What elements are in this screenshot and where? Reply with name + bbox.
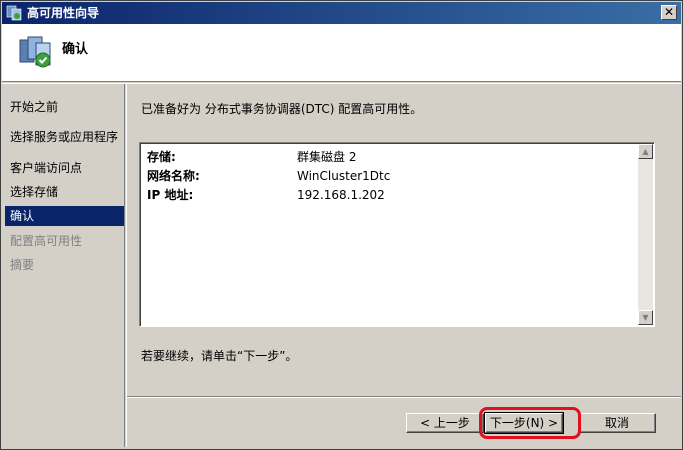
page-title: 确认 [62,42,89,57]
next-button-highlight-ring [479,407,581,439]
detail-value: WinCluster1Dtc [297,169,391,183]
continue-instruction: 若要继续，请单击“下一步”。 [141,349,298,363]
sidebar-item-configure-ha: 配置高可用性 [10,234,83,248]
page-header: 确认 [2,24,681,82]
detail-key: 网络名称: [147,169,200,183]
vertical-scrollbar[interactable]: ▲ ▼ [638,144,653,325]
footer-divider-highlight [127,397,681,398]
sidebar-item-before-you-begin[interactable]: 开始之前 [5,97,124,117]
arrow-down-icon: ▼ [642,313,649,322]
wizard-steps-sidebar: 开始之前 选择服务或应用程序 客户端访问点 选择存储 确认 配置高可用性 摘要 [2,84,125,447]
back-button[interactable]: < 上一步 [406,413,484,433]
detail-key: IP 地址: [147,188,194,202]
scroll-down-button[interactable]: ▼ [638,310,653,325]
close-button[interactable]: ✕ [661,5,677,20]
cancel-button[interactable]: 取消 [578,413,656,433]
intro-text: 已准备好为 分布式事务协调器(DTC) 配置高可用性。 [141,102,423,116]
detail-value: 192.168.1.202 [297,188,385,202]
arrow-up-icon: ▲ [642,147,649,156]
cluster-wizard-icon [19,36,51,68]
sidebar-item-select-service[interactable]: 选择服务或应用程序 [5,127,124,147]
cluster-wizard-icon [6,5,22,21]
scroll-up-button[interactable]: ▲ [638,144,653,159]
sidebar-item-summary: 摘要 [10,258,35,272]
detail-key: 存储: [147,150,176,164]
title-bar[interactable]: 高可用性向导 ✕ [2,2,681,24]
detail-value: 群集磁盘 2 [297,150,357,164]
sidebar-item-confirmation[interactable]: 确认 [5,206,124,226]
window-title: 高可用性向导 [27,6,100,20]
sidebar-item-select-storage[interactable]: 选择存储 [5,182,124,202]
details-list[interactable]: 存储: 群集磁盘 2 网络名称: WinCluster1Dtc IP 地址: 1… [139,142,655,327]
sidebar-item-client-access-point[interactable]: 客户端访问点 [5,158,124,178]
wizard-window: 高可用性向导 ✕ 确认 开始之前 选择服务或应用程序 客户端访问点 选择存储 确… [0,0,683,450]
close-icon: ✕ [663,5,675,19]
